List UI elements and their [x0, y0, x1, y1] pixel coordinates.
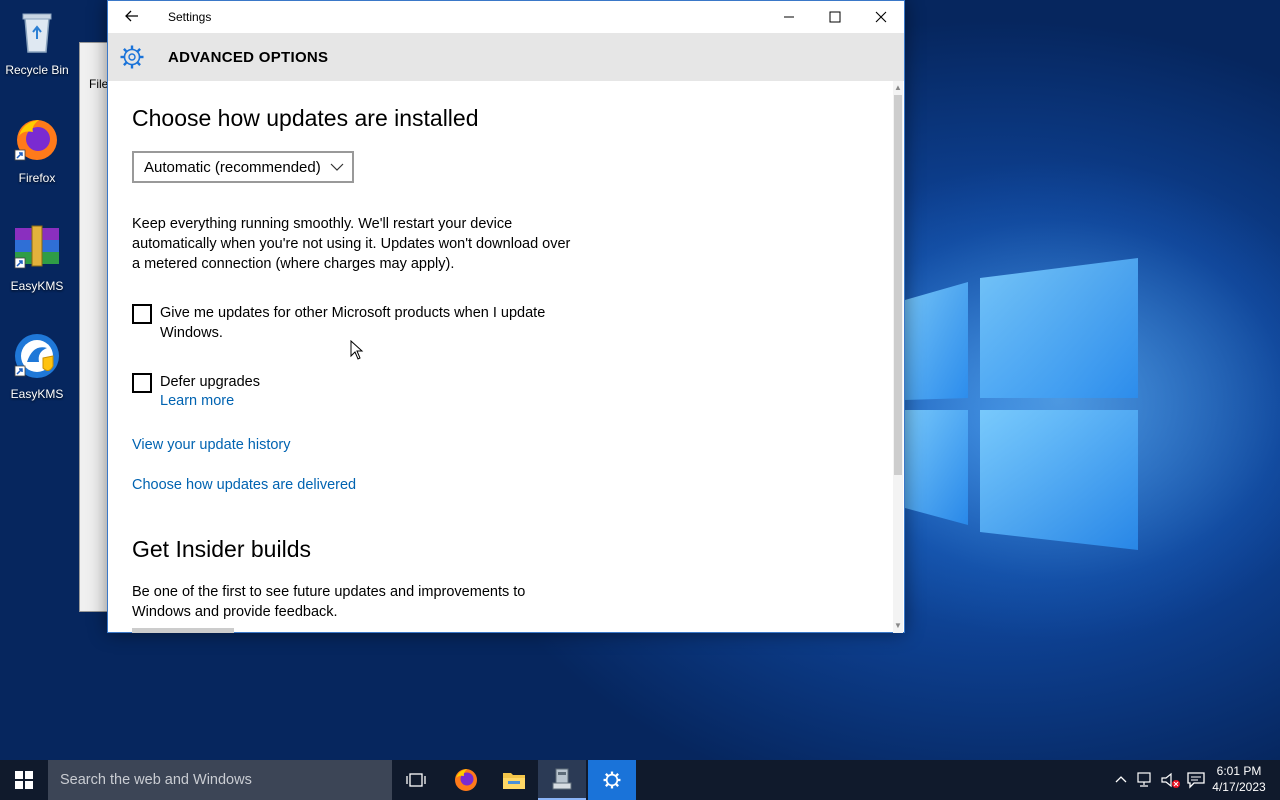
task-view-button[interactable]	[392, 760, 440, 800]
scroll-down-icon[interactable]: ▼	[893, 621, 903, 631]
close-icon	[875, 11, 887, 23]
close-button[interactable]	[858, 1, 904, 33]
view-update-history-link[interactable]: View your update history	[132, 437, 291, 453]
section-title-install: Choose how updates are installed	[132, 105, 479, 131]
chevron-up-icon[interactable]	[1112, 771, 1130, 789]
install-description: Keep everything running smoothly. We'll …	[132, 216, 571, 272]
ms-products-checkbox[interactable]	[132, 304, 152, 324]
taskbar-firefox[interactable]	[442, 760, 490, 800]
mouse-cursor-icon	[350, 340, 364, 360]
desktop-icon-label: Recycle Bin	[5, 63, 69, 77]
taskbar: Search the web and Windows 6:01 PM 4/17/…	[0, 760, 1280, 800]
settings-content: Choose how updates are installed Automat…	[132, 81, 872, 633]
checkbox-row-defer[interactable]: Defer upgrades	[132, 372, 580, 393]
window-title: Settings	[168, 10, 212, 24]
back-arrow-icon[interactable]	[122, 6, 142, 26]
windows-start-icon	[15, 771, 33, 789]
taskbar-clock[interactable]: 6:01 PM 4/17/2023	[1206, 763, 1272, 795]
firefox-icon	[14, 120, 57, 161]
title-bar[interactable]: Settings	[108, 1, 904, 33]
maximize-icon	[829, 11, 841, 23]
taskbar-app-explorer-window[interactable]	[538, 760, 586, 800]
volume-muted-icon[interactable]	[1160, 771, 1182, 789]
taskbar-search-box[interactable]: Search the web and Windows	[48, 760, 392, 800]
page-title: ADVANCED OPTIONS	[168, 49, 329, 66]
settings-window: Settings ADVANCED OPTIONS Choose how upd…	[107, 0, 905, 633]
clock-date: 4/17/2023	[1212, 780, 1266, 794]
defer-upgrades-checkbox[interactable]	[132, 373, 152, 393]
gear-icon	[603, 771, 621, 789]
desktop-icon-label: Firefox	[18, 171, 56, 185]
desktop-icon-label: EasyKMS	[10, 387, 64, 401]
easykms-icon	[14, 334, 59, 378]
taskbar-file-explorer[interactable]	[490, 760, 538, 800]
chevron-down-icon	[330, 163, 344, 171]
search-placeholder: Search the web and Windows	[60, 772, 252, 788]
clock-time: 6:01 PM	[1216, 764, 1262, 778]
scrollbar-thumb[interactable]	[894, 95, 902, 475]
dropdown-selected-value: Automatic (recommended)	[144, 158, 321, 176]
desktop-icon-easykms-archive[interactable]: EasyKMS	[0, 224, 74, 293]
defer-upgrades-label: Defer upgrades	[160, 374, 260, 390]
system-tray	[1112, 760, 1206, 800]
get-started-button-partial[interactable]	[132, 628, 234, 633]
desktop-icon-recycle-bin[interactable]: Recycle Bin	[0, 8, 74, 77]
insider-description: Be one of the first to see future update…	[132, 584, 526, 620]
gear-icon	[120, 45, 144, 69]
update-delivery-link[interactable]: Choose how updates are delivered	[132, 477, 356, 493]
task-view-icon	[406, 773, 426, 787]
section-title-insider: Get Insider builds	[132, 536, 311, 562]
file-menu[interactable]: File	[89, 77, 108, 91]
firefox-icon	[455, 769, 477, 791]
taskbar-settings[interactable]	[588, 760, 636, 800]
winrar-icon	[14, 225, 59, 269]
computer-icon	[552, 768, 572, 790]
maximize-button[interactable]	[812, 1, 858, 33]
recycle-bin-icon	[22, 13, 52, 53]
scroll-up-icon[interactable]: ▲	[893, 83, 903, 93]
network-icon[interactable]	[1136, 771, 1156, 789]
page-header: ADVANCED OPTIONS	[108, 33, 904, 81]
minimize-button[interactable]	[766, 1, 812, 33]
desktop-icon-firefox[interactable]: Firefox	[0, 116, 74, 185]
vertical-scrollbar[interactable]: ▲ ▼	[893, 81, 903, 633]
install-method-dropdown[interactable]: Automatic (recommended)	[132, 151, 354, 183]
ms-products-label: Give me updates for other Microsoft prod…	[160, 305, 546, 341]
checkbox-row-ms-products[interactable]: Give me updates for other Microsoft prod…	[132, 303, 580, 343]
action-center-icon[interactable]	[1186, 771, 1206, 789]
desktop-icon-easykms[interactable]: EasyKMS	[0, 332, 74, 401]
desktop-icon-label: EasyKMS	[10, 279, 64, 293]
windows-logo-wallpaper	[905, 258, 1138, 550]
learn-more-link[interactable]: Learn more	[160, 393, 234, 409]
start-button[interactable]	[0, 760, 48, 800]
minimize-icon	[784, 16, 794, 18]
folder-icon	[503, 773, 525, 789]
